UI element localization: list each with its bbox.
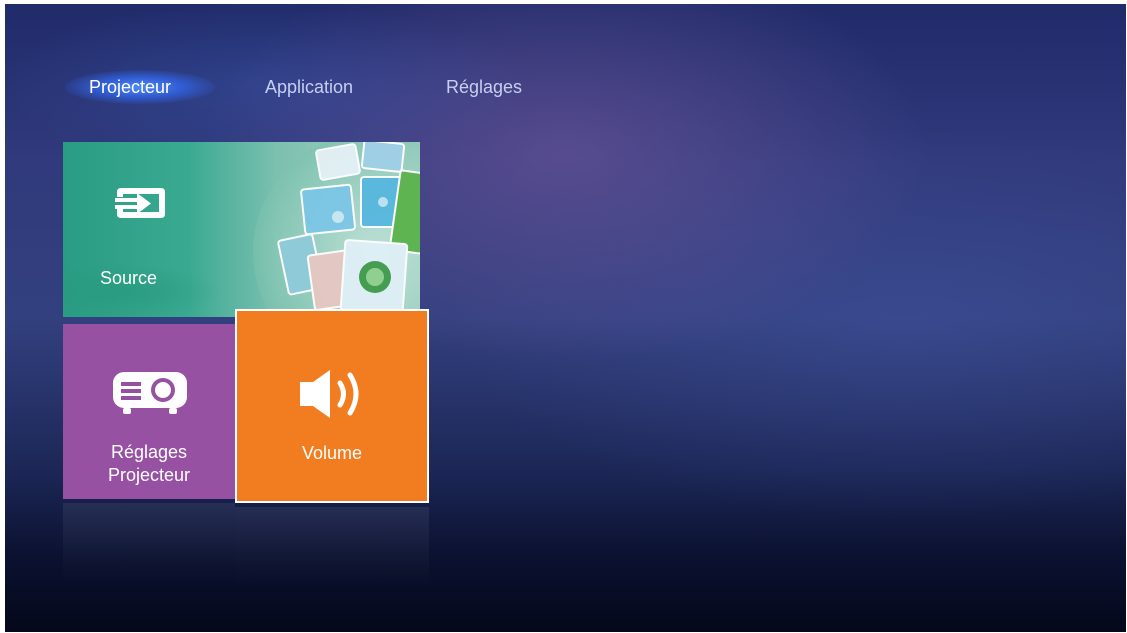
source-tile[interactable]: Source bbox=[63, 142, 420, 317]
tab-reglages[interactable]: Réglages bbox=[446, 72, 522, 102]
speaker-icon bbox=[300, 370, 359, 418]
media-collage-image bbox=[253, 142, 420, 317]
projector-tile-reflection bbox=[63, 503, 235, 583]
top-tab-bar: Projecteur Application Réglages bbox=[5, 4, 1126, 124]
projector-settings-label-line2: Projecteur bbox=[107, 465, 191, 485]
projector-icon bbox=[113, 372, 187, 414]
projector-settings-label-line1: Réglages bbox=[110, 442, 188, 462]
volume-tile[interactable]: Volume bbox=[235, 309, 429, 503]
source-tile-label: Source bbox=[100, 268, 158, 288]
projector-home-screen: Projecteur Application Réglages Source R… bbox=[5, 4, 1126, 632]
volume-tile-reflection bbox=[235, 507, 429, 587]
tab-projecteur[interactable]: Projecteur bbox=[89, 72, 171, 102]
input-arrow-icon bbox=[115, 188, 165, 218]
tab-application[interactable]: Application bbox=[265, 72, 353, 102]
projector-settings-tile[interactable]: Réglages Projecteur bbox=[63, 324, 235, 499]
volume-tile-label: Volume bbox=[301, 443, 363, 463]
